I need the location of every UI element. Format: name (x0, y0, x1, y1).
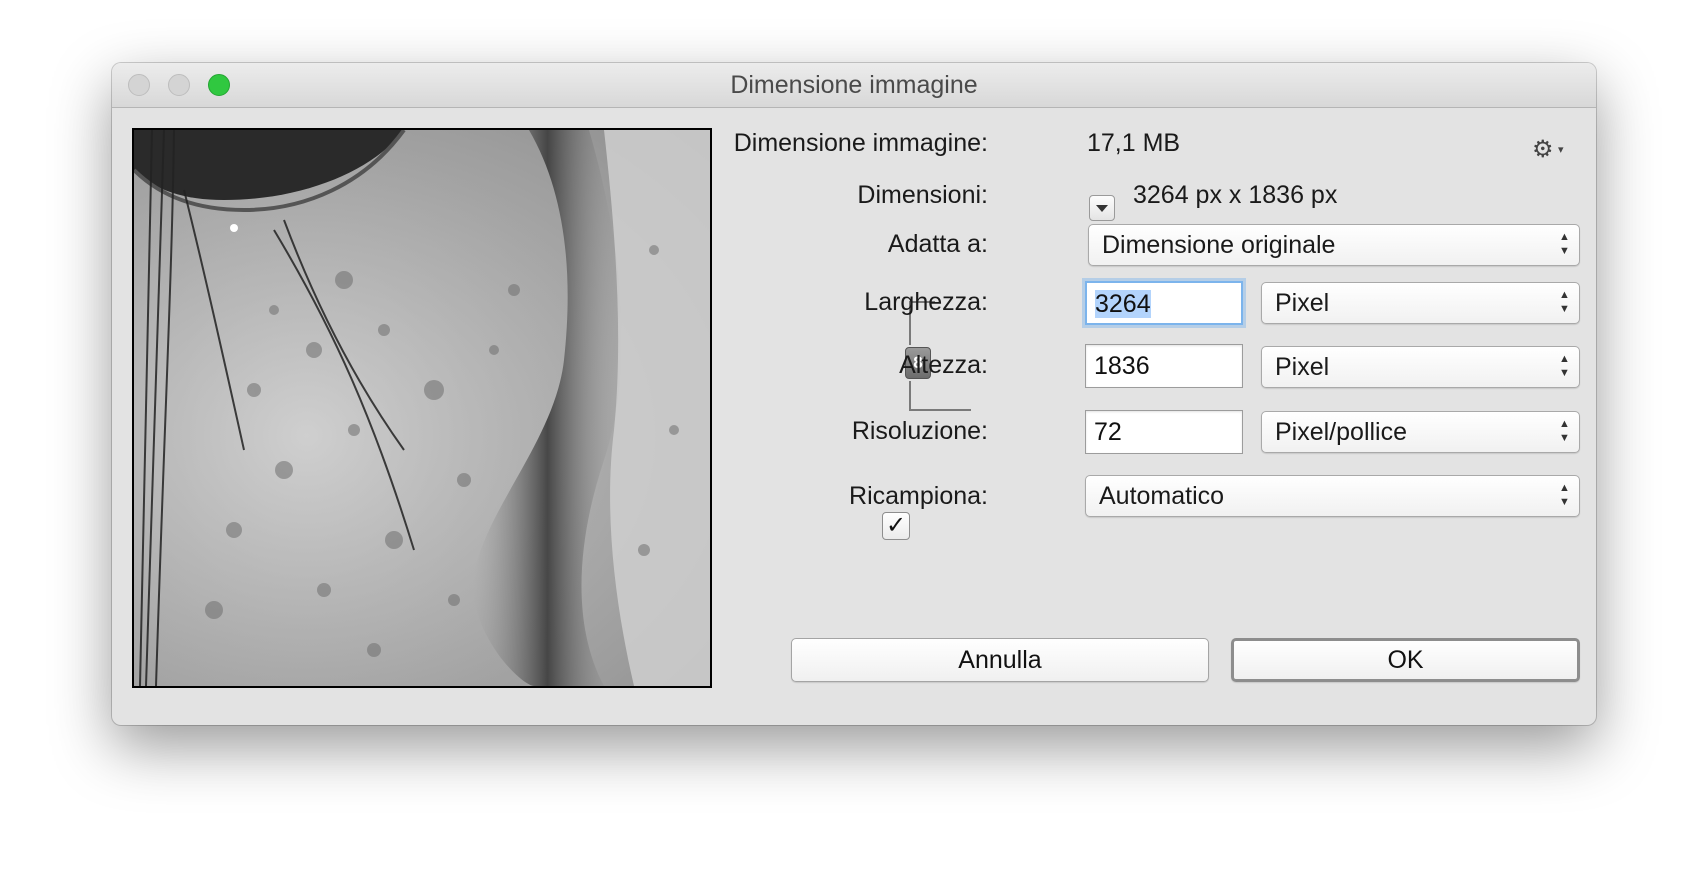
gear-icon[interactable]: ⚙ (1532, 135, 1554, 164)
link-bracket-bottom (909, 381, 971, 411)
fit-to-label: Adatta a: (887, 230, 988, 258)
window-title: Dimensione immagine (730, 71, 978, 99)
height-unit-select[interactable]: Pixel ▲ ▼ (1261, 346, 1580, 388)
resolution-label: Risoluzione: (851, 417, 988, 445)
resolution-unit-value: Pixel/pollice (1275, 418, 1408, 446)
dimensions-disclosure-button[interactable] (1089, 195, 1115, 221)
preview-image (134, 130, 710, 686)
height-unit-value: Pixel (1275, 353, 1330, 381)
resolution-input[interactable]: 72 (1085, 410, 1243, 454)
chevron-down-icon: ▾ (1558, 144, 1564, 156)
dimensions-value: 3264 px x 1836 px (1133, 181, 1338, 209)
height-input[interactable]: 1836 (1085, 344, 1243, 388)
select-arrows-icon: ▲ ▼ (1559, 353, 1570, 379)
select-arrows-icon: ▲ ▼ (1559, 289, 1570, 315)
width-input[interactable]: 3264 (1085, 281, 1243, 325)
select-arrows-icon: ▲ ▼ (1559, 231, 1570, 257)
image-size-value: 17,1 MB (1087, 129, 1181, 157)
width-value: 3264 (1095, 290, 1151, 318)
resample-select[interactable]: Automatico ▲ ▼ (1085, 475, 1580, 517)
image-size-dialog: Dimensione immagine Dimensione immagine:… (112, 63, 1596, 725)
height-label: Altezza: (899, 351, 988, 379)
resolution-unit-select[interactable]: Pixel/pollice ▲ ▼ (1261, 411, 1580, 453)
select-arrows-icon: ▲ ▼ (1559, 418, 1570, 444)
width-unit-value: Pixel (1275, 289, 1330, 317)
fit-to-select[interactable]: Dimensione originale ▲ ▼ (1088, 224, 1580, 266)
resample-value: Automatico (1099, 482, 1225, 510)
cancel-button[interactable]: Annulla (791, 638, 1209, 682)
select-arrows-icon: ▲ ▼ (1559, 482, 1570, 508)
fit-to-value: Dimensione originale (1102, 231, 1336, 259)
ok-button[interactable]: OK (1231, 638, 1580, 682)
resample-label: Ricampiona: (849, 482, 988, 510)
image-preview[interactable] (132, 128, 712, 688)
dimensions-label: Dimensioni: (857, 181, 988, 209)
resample-checkbox[interactable]: ✓ (882, 512, 910, 540)
title-bar[interactable]: Dimensione immagine (112, 63, 1596, 108)
width-label: Larghezza: (864, 288, 988, 316)
image-size-label: Dimensione immagine: (733, 129, 988, 157)
width-unit-select[interactable]: Pixel ▲ ▼ (1261, 282, 1580, 324)
